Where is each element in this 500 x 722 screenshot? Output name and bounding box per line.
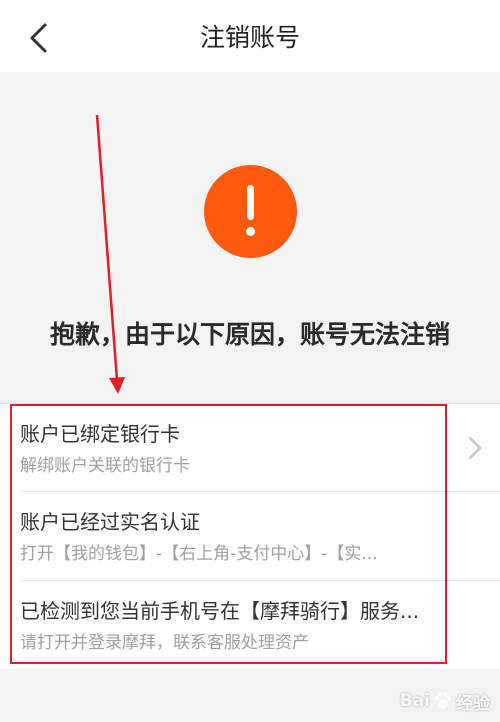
- reason-title: 账户已绑定银行卡: [20, 422, 180, 446]
- reason-title: 已检测到您当前手机号在【摩拜骑行】服务...: [20, 599, 420, 623]
- header-bar: 注销账号: [0, 0, 500, 72]
- error-message: 抱歉，由于以下原因，账号无法注销: [49, 320, 450, 349]
- alert-icon: [204, 165, 297, 258]
- reason-item-bank-card[interactable]: 账户已绑定银行卡 解绑账户关联的银行卡: [0, 404, 500, 492]
- reason-item-real-name[interactable]: 账户已经过实名认证 打开【我的钱包】-【右上角-支付中心】-【实...: [0, 492, 500, 580]
- reason-title: 账户已经过实名认证: [20, 510, 200, 534]
- reason-subtitle: 解绑账户关联的银行卡: [20, 456, 190, 476]
- watermark-brand: Bai: [399, 691, 430, 711]
- page-title: 注销账号: [199, 23, 300, 52]
- paw-icon: [434, 692, 452, 709]
- exclamation-dot: [246, 227, 255, 236]
- reason-subtitle: 请打开并登录摩拜，联系客服处理资产: [20, 633, 309, 653]
- chevron-right-icon: [468, 436, 482, 460]
- reason-item-mobike[interactable]: 已检测到您当前手机号在【摩拜骑行】服务... 请打开并登录摩拜，联系客服处理资产: [0, 581, 500, 669]
- reason-subtitle: 打开【我的钱包】-【右上角-支付中心】-【实...: [20, 544, 378, 564]
- exclamation-icon: [247, 185, 254, 220]
- watermark-text: 经验: [456, 693, 490, 714]
- reason-list: 账户已绑定银行卡 解绑账户关联的银行卡 账户已经过实名认证 打开【我的钱包】-【…: [0, 403, 500, 669]
- watermark: Bai 经验: [400, 686, 490, 716]
